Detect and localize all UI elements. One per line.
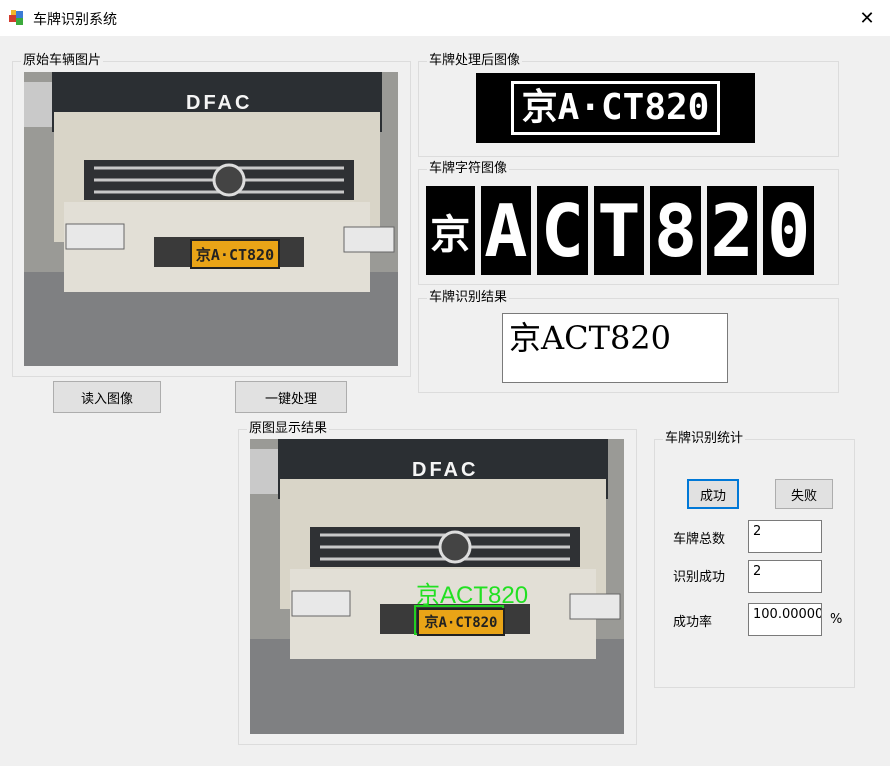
char-6-text: 2 [710,188,754,273]
success-count-field[interactable]: 2 [748,560,822,593]
char-5-text: 8 [653,188,698,273]
fail-button[interactable]: 失败 [775,479,833,509]
success-button[interactable]: 成功 [687,479,739,509]
recognition-result-label: 车牌识别结果 [427,290,510,306]
original-image-label: 原始车辆图片 [21,53,104,69]
title-bar: 车牌识别系统 ✕ [0,0,890,36]
processed-plate-label: 车牌处理后图像 [427,53,523,69]
char-images-label: 车牌字符图像 [427,161,510,177]
char-image-3: C [537,186,588,275]
char-image-7: 0 [763,186,814,275]
app-icon [9,10,23,25]
result-vehicle-photo: DFAC 京ACT820 京A·CT820 [250,439,624,734]
truck-license-plate-text: 京A·CT820 [195,245,275,264]
recognition-result-value: 京ACT820 [509,319,672,357]
char-image-strip: 京 A C T 8 2 0 [426,186,814,275]
read-image-button[interactable]: 读入图像 [53,381,161,413]
char-image-5: 8 [650,186,701,275]
result-license-plate: 京A·CT820 [417,608,505,636]
result-display-label: 原图显示结果 [247,421,330,437]
processed-plate-image: 京A·CT820 [476,73,755,143]
char-4-text: T [597,188,641,273]
result-truck-brand-text: DFAC [412,459,479,481]
success-rate-label: 成功率 [673,615,713,630]
char-7-text: 0 [766,188,811,273]
processed-plate-frame: 京A·CT820 [510,81,721,135]
truck-license-plate: 京A·CT820 [190,239,280,269]
original-vehicle-photo: DFAC 京A·CT820 [24,72,398,366]
processed-plate-text: 京A·CT820 [521,87,710,128]
char-image-6: 2 [706,186,758,275]
truck-brand-text: DFAC [186,92,253,114]
window-title: 车牌识别系统 [33,12,117,28]
success-rate-field[interactable]: 100.00000 [748,603,822,636]
char-1-text: 京 [430,211,471,258]
stats-label: 车牌识别统计 [663,431,746,447]
char-2-text: A [484,188,528,273]
close-button[interactable]: ✕ [844,0,890,36]
char-image-2: A [480,186,532,275]
one-click-process-button[interactable]: 一键处理 [235,381,347,413]
success-rate-unit: % [830,612,843,627]
total-count-label: 车牌总数 [673,532,726,547]
success-count-label: 识别成功 [673,570,726,585]
success-count-value: 2 [753,564,762,579]
result-license-plate-text: 京A·CT820 [424,615,498,631]
total-count-field[interactable]: 2 [748,520,822,553]
char-image-4: T [593,186,645,275]
char-3-text: C [540,188,585,273]
close-icon: ✕ [859,7,875,29]
success-rate-value: 100.00000 [753,607,822,622]
char-image-1: 京 [426,186,475,275]
truck-illustration [24,72,398,366]
total-count-value: 2 [753,524,762,539]
recognition-result-field[interactable]: 京ACT820 [502,313,728,383]
